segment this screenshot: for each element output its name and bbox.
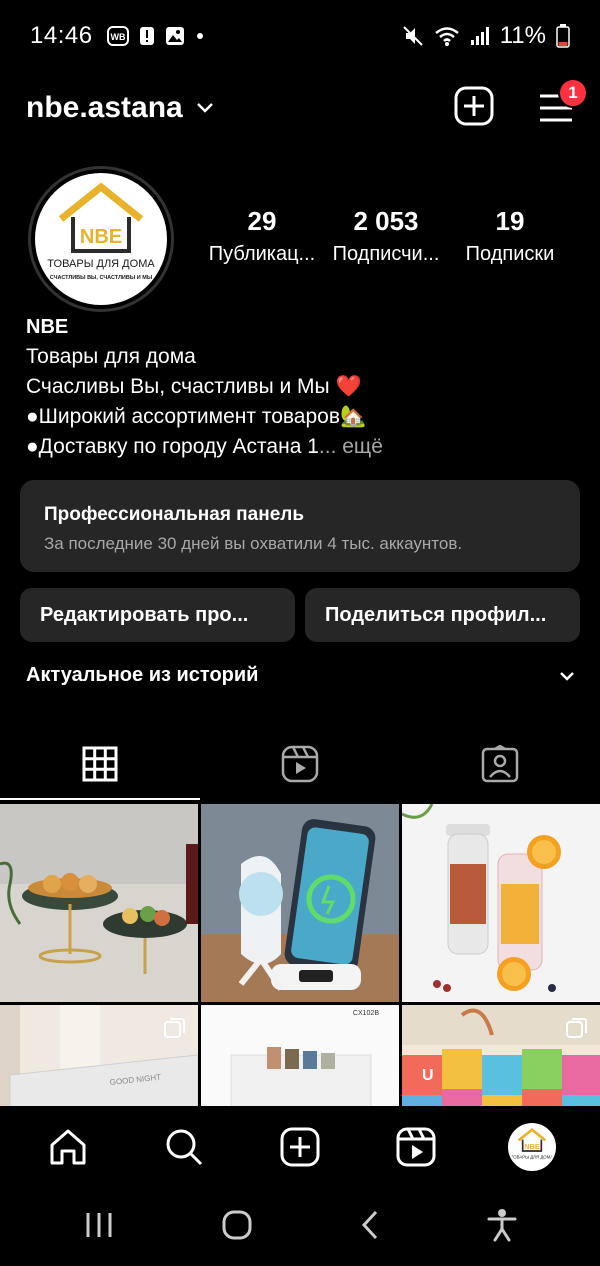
story-highlights-toggle[interactable]: Актуальное из историй <box>26 664 576 687</box>
alert-icon <box>139 26 155 46</box>
tab-grid[interactable] <box>0 728 200 800</box>
stat-value: 29 <box>247 206 277 236</box>
gallery-icon <box>165 26 185 46</box>
stat-value: 19 <box>495 206 525 236</box>
chevron-down-icon[interactable] <box>195 101 215 115</box>
bottom-navigation: NBE ТОВАРЫ ДЛЯ ДОМА <box>0 1110 600 1184</box>
post-thumbnail[interactable]: U E <box>402 1005 600 1106</box>
carousel-icon <box>566 1017 588 1044</box>
status-icons-left: WB <box>106 26 205 46</box>
dashboard-title: Профессиональная панель <box>44 504 305 525</box>
signal-icon <box>470 26 490 46</box>
notification-badge: 1 <box>558 78 588 108</box>
nav-profile[interactable]: NBE ТОВАРЫ ДЛЯ ДОМА <box>502 1117 562 1177</box>
stat-label: Подписки <box>465 243 555 265</box>
nav-search[interactable] <box>154 1117 214 1177</box>
profile-bio: NBE Товары для дома Счасливы Вы, счастли… <box>26 312 576 462</box>
bio-line: ●Широкий ассортимент товаров🏡 <box>26 405 367 428</box>
svg-text:NBE: NBE <box>80 226 122 248</box>
recent-apps-button[interactable] <box>83 1211 115 1244</box>
svg-text:WB: WB <box>110 32 125 42</box>
reels-icon <box>396 1127 436 1167</box>
svg-text:ТОВАРЫ ДЛЯ ДОМА: ТОВАРЫ ДЛЯ ДОМА <box>511 1154 553 1159</box>
svg-text:NBE: NBE <box>524 1142 540 1151</box>
status-bar: 14:46 WB 11% <box>0 0 600 72</box>
bio-line: ●Доставку по городу Астана 1 <box>26 435 319 458</box>
system-navigation <box>0 1188 600 1266</box>
highlights-label: Актуальное из историй <box>26 664 259 686</box>
avatar[interactable]: NBE ТОВАРЫ ДЛЯ ДОМА СЧАСТЛИВЫ ВЫ, СЧАСТЛ… <box>28 166 174 312</box>
tab-tagged[interactable] <box>400 728 600 800</box>
stat-label: Подписчи... <box>332 243 440 265</box>
mute-icon <box>402 25 424 47</box>
plus-square-icon <box>280 1127 320 1167</box>
dashboard-subtitle: За последние 30 дней вы охватили 4 тыс. … <box>44 534 463 553</box>
nav-create[interactable] <box>270 1117 330 1177</box>
nbe-logo-small: NBE ТОВАРЫ ДЛЯ ДОМА <box>511 1127 553 1159</box>
tagged-icon <box>481 745 519 783</box>
avatar-image: NBE ТОВАРЫ ДЛЯ ДОМА СЧАСТЛИВЫ ВЫ, СЧАСТЛ… <box>35 173 167 305</box>
home-button[interactable] <box>221 1209 253 1246</box>
profile-name: NBE <box>26 316 69 338</box>
svg-text:ТОВАРЫ ДЛЯ ДОМА: ТОВАРЫ ДЛЯ ДОМА <box>47 258 155 270</box>
carousel-icon <box>164 1017 186 1044</box>
professional-dashboard[interactable]: Профессиональная панель За последние 30 … <box>20 480 580 572</box>
post-thumbnail[interactable] <box>0 804 198 1002</box>
bio-line: Товары для дома <box>26 345 196 368</box>
plus-square-icon <box>454 86 494 125</box>
battery-icon <box>556 24 570 48</box>
status-time: 14:46 <box>30 22 93 49</box>
stat-label: Публикац... <box>208 243 316 265</box>
dot-icon <box>195 31 205 41</box>
profile-header: nbe.astana 1 <box>0 78 600 138</box>
wifi-icon <box>434 25 460 47</box>
stat-followers[interactable]: 2 053 Подписчи... <box>324 206 448 266</box>
stat-value: 2 053 <box>353 206 419 236</box>
edit-profile-button[interactable]: Редактировать про... <box>20 588 295 642</box>
avatar: NBE ТОВАРЫ ДЛЯ ДОМА <box>508 1123 556 1171</box>
profile-actions: Редактировать про... Поделиться профил..… <box>20 588 580 642</box>
battery-percent: 11% <box>499 22 546 49</box>
nbe-logo: NBE ТОВАРЫ ДЛЯ ДОМА СЧАСТЛИВЫ ВЫ, СЧАСТЛ… <box>47 182 155 281</box>
post-thumbnail[interactable] <box>402 804 600 1002</box>
wb-icon: WB <box>106 26 129 46</box>
home-circle-icon <box>222 1210 252 1239</box>
post-thumbnail[interactable]: GOOD NIGHT <box>0 1005 198 1106</box>
post-thumbnail[interactable] <box>201 804 399 1002</box>
svg-text:СЧАСТЛИВЫ ВЫ, СЧАСТЛИВЫ И МЫ: СЧАСТЛИВЫ ВЫ, СЧАСТЛИВЫ И МЫ <box>50 275 153 281</box>
username[interactable]: nbe.astana <box>26 91 183 125</box>
bio-more-link[interactable]: ... ещё <box>319 435 383 458</box>
back-icon <box>361 1210 378 1239</box>
accessibility-icon <box>487 1208 517 1241</box>
grid-icon <box>82 746 118 782</box>
nav-home[interactable] <box>38 1117 98 1177</box>
menu-button[interactable]: 1 <box>538 78 588 124</box>
back-button[interactable] <box>359 1209 381 1246</box>
bio-line: Счасливы Вы, счастливы и Мы ❤️ <box>26 375 362 398</box>
bio-line-last: ●Доставку по городу Астана 1... ещё <box>26 432 576 462</box>
svg-text:U: U <box>422 1067 434 1084</box>
profile-summary: NBE ТОВАРЫ ДЛЯ ДОМА СЧАСТЛИВЫ ВЫ, СЧАСТЛ… <box>0 166 600 316</box>
profile-stats: 29 Публикац... 2 053 Подписчи... 19 Подп… <box>200 206 572 266</box>
search-icon <box>166 1129 203 1166</box>
tab-reels[interactable] <box>200 728 400 800</box>
post-thumbnail[interactable]: CX102B <box>201 1005 399 1106</box>
recents-icon <box>86 1212 112 1237</box>
create-button[interactable] <box>454 86 494 131</box>
posts-grid: GOOD NIGHT CX102B U E <box>0 804 600 1106</box>
profile-tabs <box>0 728 600 800</box>
nav-reels[interactable] <box>386 1117 446 1177</box>
share-profile-button[interactable]: Поделиться профил... <box>305 588 580 642</box>
svg-text:CX102B: CX102B <box>353 1010 379 1017</box>
reels-icon <box>281 745 319 783</box>
home-icon <box>50 1129 86 1165</box>
chevron-down-icon <box>558 670 576 682</box>
stat-following[interactable]: 19 Подписки <box>448 206 572 266</box>
stat-posts[interactable]: 29 Публикац... <box>200 206 324 266</box>
accessibility-button[interactable] <box>487 1208 517 1247</box>
